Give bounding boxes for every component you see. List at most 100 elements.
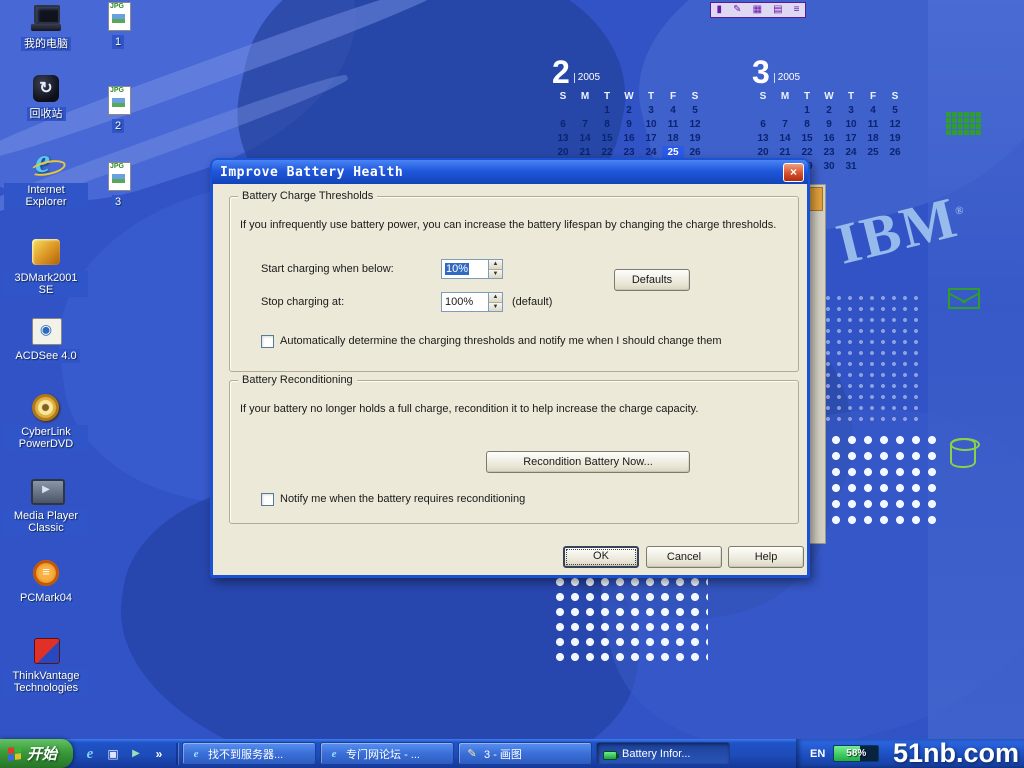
show-desktop-icon[interactable]: ▣ (104, 745, 122, 763)
help-button[interactable]: Help (728, 546, 804, 568)
battery-meter[interactable]: 58% (833, 745, 879, 762)
spin-up-icon[interactable]: ▲ (489, 293, 502, 303)
calendar-day-header: T (596, 90, 618, 103)
close-button[interactable]: × (783, 163, 804, 182)
calendar-date[interactable]: 5 (884, 104, 906, 117)
calendar-date[interactable]: 13 (752, 132, 774, 145)
checkbox-box[interactable] (261, 493, 274, 506)
taskbar-task-3[interactable]: 3 - 画图 (458, 742, 592, 765)
media-player-icon[interactable]: ▶ (127, 745, 145, 763)
battery-charge-thresholds-group: Battery Charge Thresholds If you infrequ… (229, 196, 799, 372)
stop-charge-spinner[interactable]: 100% ▲▼ (441, 292, 503, 312)
ok-button[interactable]: OK (563, 546, 639, 568)
calendar-day-header: S (884, 90, 906, 103)
calendar-date[interactable]: 16 (818, 132, 840, 145)
taskbar-task-1[interactable]: 找不到服务器... (182, 742, 316, 765)
improve-battery-health-dialog: Improve Battery Health × Battery Charge … (210, 158, 810, 578)
reconditioning-description: If your battery no longer holds a full c… (240, 403, 788, 416)
calendar-day-header: W (818, 90, 840, 103)
calendar-day-header: M (774, 90, 796, 103)
recondition-battery-button[interactable]: Recondition Battery Now... (486, 451, 690, 473)
calendar-month-2: 22005SMTWTFS1234567891011121314151617181… (552, 50, 722, 173)
dialog-title: Improve Battery Health (220, 165, 783, 180)
calendar-day-header: S (752, 90, 774, 103)
calendar-date[interactable]: 6 (752, 118, 774, 131)
calendar-date[interactable]: 2 (818, 104, 840, 117)
calendar-date[interactable]: 10 (640, 118, 662, 131)
close-icon: × (790, 165, 797, 179)
calendar-date[interactable]: 8 (796, 118, 818, 131)
language-indicator[interactable]: EN (810, 748, 825, 760)
windows-flag-icon (8, 746, 21, 761)
taskbar-task-2[interactable]: 专门网论坛 - ... (320, 742, 454, 765)
calendar-date[interactable]: 16 (618, 132, 640, 145)
calendar-date[interactable]: 14 (574, 132, 596, 145)
internet-explorer-icon[interactable]: e (81, 745, 99, 763)
calendar-date[interactable]: 13 (552, 132, 574, 145)
dialog-titlebar[interactable]: Improve Battery Health × (212, 160, 808, 184)
calendar-date[interactable]: 11 (862, 118, 884, 131)
calendar-date[interactable]: 18 (862, 132, 884, 145)
calendar-date[interactable]: 10 (840, 118, 862, 131)
calendar-date[interactable]: 17 (840, 132, 862, 145)
calendar-date[interactable]: 5 (684, 104, 706, 117)
taskbar-task-4[interactable]: Battery Infor... (596, 742, 730, 765)
calendar-date[interactable]: 11 (662, 118, 684, 131)
spin-down-icon[interactable]: ▼ (489, 303, 502, 312)
checkbox-label: Automatically determine the charging thr… (280, 335, 721, 348)
overflow-chevron-icon[interactable]: » (150, 745, 168, 763)
auto-thresholds-checkbox[interactable]: Automatically determine the charging thr… (261, 335, 721, 348)
notify-reconditioning-checkbox[interactable]: Notify me when the battery requires reco… (261, 493, 525, 506)
calendar-empty-cell (862, 160, 884, 173)
calendar-date[interactable]: 18 (662, 132, 684, 145)
calendar-date[interactable]: 4 (862, 104, 884, 117)
calendar-day-header: T (796, 90, 818, 103)
calendar-date[interactable]: 3 (840, 104, 862, 117)
calendar-date[interactable]: 3 (640, 104, 662, 117)
calendar-date[interactable]: 31 (840, 160, 862, 173)
defaults-button[interactable]: Defaults (614, 269, 690, 291)
calendar-date[interactable]: 12 (684, 118, 706, 131)
calendar-day-header: S (684, 90, 706, 103)
calendar-date[interactable]: 8 (596, 118, 618, 131)
calendar-day-header: T (640, 90, 662, 103)
calendar-date[interactable]: 1 (796, 104, 818, 117)
calendar-month-number: 3 (752, 58, 770, 86)
calendar-date[interactable]: 9 (818, 118, 840, 131)
calendar-date[interactable]: 1 (596, 104, 618, 117)
calendar-date[interactable]: 19 (884, 132, 906, 145)
quick-launch-bar: e ▣ ▶ » (73, 745, 176, 763)
calendar-date[interactable]: 12 (884, 118, 906, 131)
spin-down-icon[interactable]: ▼ (489, 270, 502, 279)
battery-reconditioning-group: Battery Reconditioning If your battery n… (229, 380, 799, 524)
calendar-date[interactable]: 15 (596, 132, 618, 145)
calendar-date[interactable]: 23 (818, 146, 840, 159)
checkbox-label: Notify me when the battery requires reco… (280, 493, 525, 506)
start-button[interactable]: 开始 (0, 739, 73, 768)
group-label: Battery Reconditioning (238, 374, 357, 386)
calendar-date[interactable]: 7 (774, 118, 796, 131)
calendar-date[interactable]: 7 (574, 118, 596, 131)
calendar-date[interactable]: 4 (662, 104, 684, 117)
ie-icon (327, 747, 341, 761)
calendar-month-number: 2 (552, 58, 570, 86)
cancel-button[interactable]: Cancel (646, 546, 722, 568)
calendar-date[interactable]: 17 (640, 132, 662, 145)
calendar-date[interactable]: 6 (552, 118, 574, 131)
spin-up-icon[interactable]: ▲ (489, 260, 502, 270)
checkbox-box[interactable] (261, 335, 274, 348)
calendar-date[interactable]: 25 (862, 146, 884, 159)
calendar-date[interactable]: 2 (618, 104, 640, 117)
calendar-empty-cell (774, 104, 796, 117)
calendar-date[interactable]: 19 (684, 132, 706, 145)
calendar-date[interactable]: 24 (840, 146, 862, 159)
calendar-date[interactable]: 26 (884, 146, 906, 159)
calendar-month-3: 32005SMTWTFS1234567891011121314151617181… (752, 50, 922, 173)
calendar-date[interactable]: 15 (796, 132, 818, 145)
calendar-date[interactable]: 9 (618, 118, 640, 131)
start-charge-spinner[interactable]: 10% ▲▼ (441, 259, 503, 279)
calendar-empty-cell (752, 104, 774, 117)
calendar-date[interactable]: 14 (774, 132, 796, 145)
calendar-day-header: W (618, 90, 640, 103)
calendar-date[interactable]: 30 (818, 160, 840, 173)
